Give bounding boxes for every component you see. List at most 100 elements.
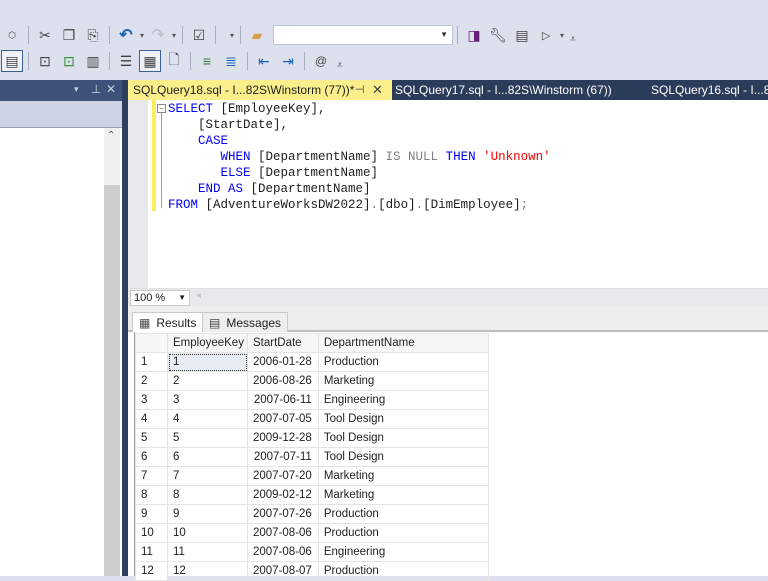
specify-template-values-icon[interactable]: @	[310, 50, 332, 72]
cell-employeekey[interactable]: 11	[167, 542, 248, 562]
cell-departmentname[interactable]: Production	[317, 561, 489, 581]
undo-dropdown[interactable]: ▾	[140, 31, 144, 40]
cell-departmentname[interactable]: Engineering	[317, 390, 489, 410]
display-results-icon[interactable]: ▤	[1, 50, 23, 72]
cell-departmentname[interactable]: Production	[317, 352, 489, 372]
comment-icon[interactable]: ≡	[196, 50, 218, 72]
cell-departmentname[interactable]: Tool Design	[317, 428, 489, 448]
table-row[interactable]: 6 6 2007-07-11 Tool Design	[135, 447, 489, 467]
visual-studio-icon[interactable]: ◨	[463, 24, 485, 46]
dax-query-icon[interactable]: ⬡	[1, 24, 23, 46]
search-combo[interactable]: ▼	[273, 25, 454, 45]
cell-employeekey[interactable]: 8	[167, 485, 248, 505]
code-line[interactable]: END AS [DepartmentName]	[168, 181, 551, 197]
row-number[interactable]: 11	[135, 542, 168, 562]
row-number[interactable]: 12	[135, 561, 168, 581]
table-row[interactable]: 11 11 2007-08-06 Engineering	[135, 542, 489, 562]
cell-startdate[interactable]: 2007-08-07	[247, 561, 319, 581]
results-to-grid-icon[interactable]: ▦	[139, 50, 161, 72]
cell-startdate[interactable]: 2006-01-28	[247, 352, 319, 372]
code-line[interactable]: ELSE [DepartmentName]	[168, 165, 551, 181]
cell-departmentname[interactable]: Marketing	[317, 371, 489, 391]
cell-departmentname[interactable]: Engineering	[317, 542, 489, 562]
cell-startdate[interactable]: 2007-07-26	[247, 504, 319, 524]
cell-departmentname[interactable]: Tool Design	[317, 447, 489, 467]
cell-startdate[interactable]: 2007-06-11	[247, 390, 319, 410]
cell-startdate[interactable]: 2007-07-05	[247, 409, 319, 429]
table-row[interactable]: 5 5 2009-12-28 Tool Design	[135, 428, 489, 448]
table-row[interactable]: 3 3 2007-06-11 Engineering	[135, 390, 489, 410]
decrease-indent-icon[interactable]: ⇤	[253, 50, 275, 72]
solution-config-dropdown[interactable]: ▾	[230, 31, 234, 40]
include-plan-icon[interactable]: ⊡	[58, 50, 80, 72]
chevron-down-icon[interactable]: ▼	[178, 291, 186, 305]
table-row[interactable]: 7 7 2007-07-20 Marketing	[135, 466, 489, 486]
cell-departmentname[interactable]: Tool Design	[317, 409, 489, 429]
row-number[interactable]: 1	[135, 352, 168, 372]
cell-startdate[interactable]: 2009-02-12	[247, 485, 319, 505]
cell-startdate[interactable]: 2007-07-11	[247, 447, 319, 467]
cell-departmentname[interactable]: Production	[317, 504, 489, 524]
cell-startdate[interactable]: 2007-07-20	[247, 466, 319, 486]
table-row[interactable]: 2 2 2006-08-26 Marketing	[135, 371, 489, 391]
row-number[interactable]: 7	[135, 466, 168, 486]
scrollbar-thumb[interactable]	[104, 185, 120, 576]
find-in-files-icon[interactable]: ▰	[246, 24, 268, 46]
sql-code[interactable]: SELECT [EmployeeKey], [StartDate], CASE …	[168, 101, 551, 213]
client-stats-icon[interactable]: ▥	[82, 50, 104, 72]
cell-employeekey[interactable]: 1	[167, 352, 248, 372]
scroll-up-icon[interactable]: ⌃	[107, 130, 115, 141]
close-icon[interactable]: ✕	[372, 80, 383, 100]
redo-dropdown[interactable]: ▾	[172, 31, 176, 40]
table-row[interactable]: 10 10 2007-08-06 Production	[135, 523, 489, 543]
cell-employeekey[interactable]: 10	[167, 523, 248, 543]
column-header-departmentname[interactable]: DepartmentName	[317, 333, 489, 353]
command-window-icon[interactable]: ▷	[535, 24, 557, 46]
activity-monitor-icon[interactable]: ☑	[188, 24, 210, 46]
row-number-header[interactable]	[135, 333, 168, 353]
toolbar-overflow-icon[interactable]: ⩡	[570, 34, 576, 45]
cell-employeekey[interactable]: 3	[167, 390, 248, 410]
close-icon[interactable]: ✕	[106, 82, 116, 96]
row-number[interactable]: 5	[135, 428, 168, 448]
row-number[interactable]: 6	[135, 447, 168, 467]
cell-departmentname[interactable]: Marketing	[317, 485, 489, 505]
table-row[interactable]: 8 8 2009-02-12 Marketing	[135, 485, 489, 505]
table-row[interactable]: 9 9 2007-07-26 Production	[135, 504, 489, 524]
uncomment-icon[interactable]: ≣	[220, 50, 242, 72]
row-number[interactable]: 4	[135, 409, 168, 429]
redo-icon[interactable]: ↷	[147, 24, 169, 46]
wrench-icon[interactable]: 🔧︎	[487, 24, 509, 46]
object-explorer-scrollbar[interactable]: ⌃	[104, 128, 120, 576]
pin-icon[interactable]: ⊣	[355, 80, 365, 100]
row-number[interactable]: 9	[135, 504, 168, 524]
row-number[interactable]: 8	[135, 485, 168, 505]
tab-sqlquery18[interactable]: SQLQuery18.sql - I...82S\Winstorm (77))*…	[128, 80, 392, 100]
table-row[interactable]: 1 1 2006-01-28 Production	[135, 352, 489, 372]
cell-employeekey[interactable]: 4	[167, 409, 248, 429]
results-to-file-icon[interactable]: 🗋︎	[163, 50, 185, 72]
zoom-combo[interactable]: 100 % ▼	[130, 290, 190, 306]
toolbar-overflow-icon[interactable]: ⩡	[337, 60, 343, 71]
cell-startdate[interactable]: 2009-12-28	[247, 428, 319, 448]
cut-icon[interactable]: ✂	[34, 24, 56, 46]
collapse-icon[interactable]: −	[157, 104, 166, 113]
cell-startdate[interactable]: 2007-08-06	[247, 542, 319, 562]
row-number[interactable]: 10	[135, 523, 168, 543]
tab-results[interactable]: ▦ Results	[132, 312, 204, 332]
cell-startdate[interactable]: 2007-08-06	[247, 523, 319, 543]
toolbox-icon[interactable]: ▤	[511, 24, 533, 46]
tab-sqlquery16[interactable]: SQLQuery16.sql - I...82S\Winstorm (	[646, 80, 768, 100]
scroll-left-icon[interactable]: ◂	[196, 290, 201, 301]
column-header-startdate[interactable]: StartDate	[247, 333, 319, 353]
cell-employeekey[interactable]: 5	[167, 428, 248, 448]
cell-employeekey[interactable]: 9	[167, 504, 248, 524]
code-line[interactable]: CASE	[168, 133, 551, 149]
cell-employeekey[interactable]: 7	[167, 466, 248, 486]
code-line[interactable]: SELECT [EmployeeKey],	[168, 101, 551, 117]
query-editor[interactable]: − SELECT [EmployeeKey], [StartDate], CAS…	[128, 100, 768, 288]
cell-startdate[interactable]: 2006-08-26	[247, 371, 319, 391]
command-dropdown[interactable]: ▾	[560, 31, 564, 40]
column-header-employeekey[interactable]: EmployeeKey	[167, 333, 248, 353]
query-plan-icon[interactable]: ⊡	[34, 50, 56, 72]
